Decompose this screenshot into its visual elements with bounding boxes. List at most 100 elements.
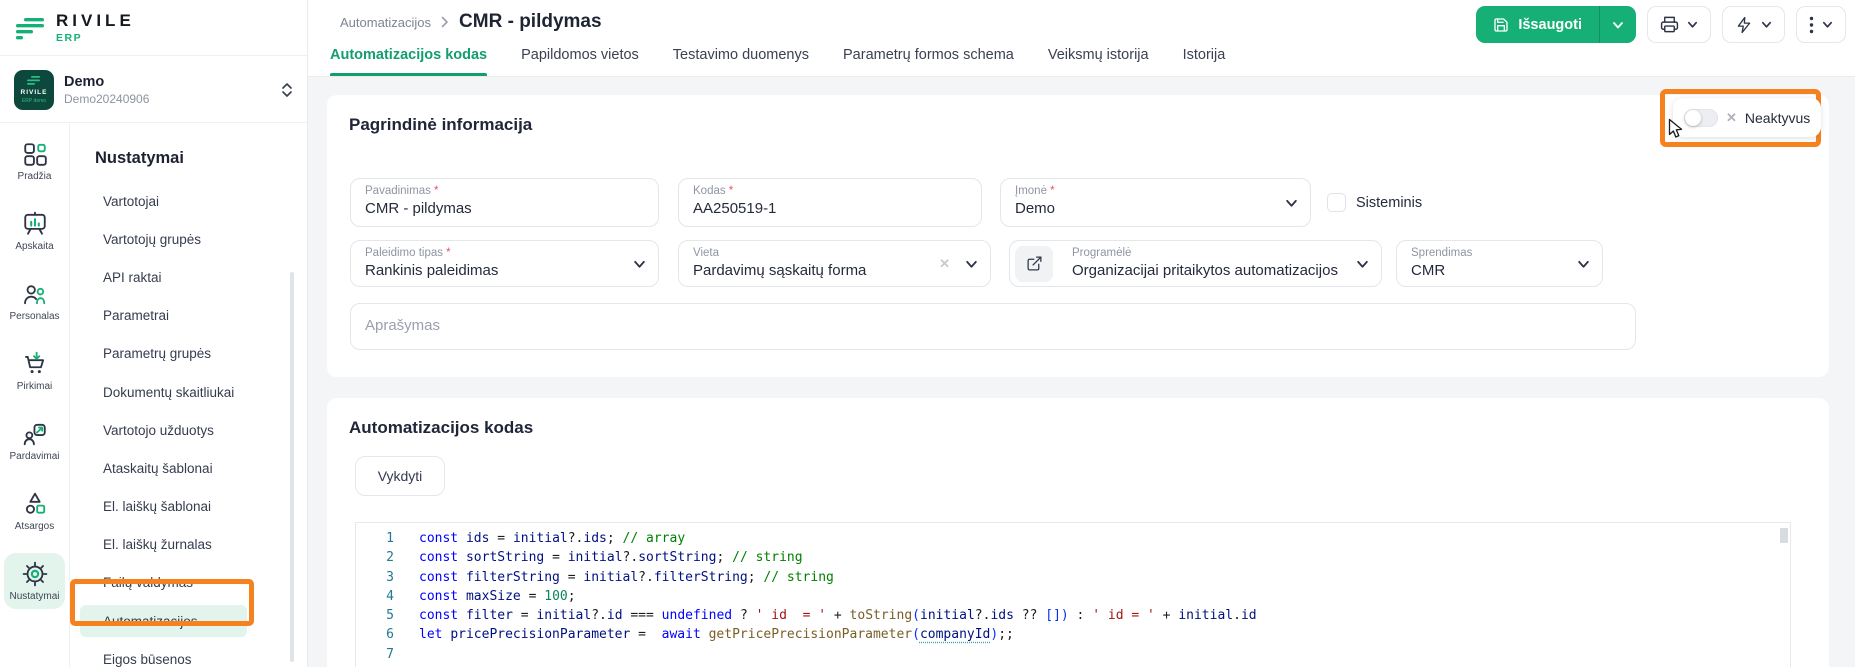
tab-parametru-formos-schema[interactable]: Parametrų formos schema: [843, 47, 1014, 76]
editor-code: const ids = initial?.ids; // array const …: [406, 523, 1790, 667]
rail-item-atsargos[interactable]: Atsargos: [0, 476, 69, 546]
brand-wordmark: RIVILE: [56, 11, 135, 31]
sidebar-item-failu-valdymas[interactable]: Failų valdymas: [70, 564, 307, 602]
open-external-button[interactable]: [1015, 246, 1053, 282]
kebab-dots-icon: [1809, 16, 1814, 34]
sidebar-item-el-laisku-zurnalas[interactable]: El. laiškų žurnalas: [70, 526, 307, 564]
editor-scrollbar-thumb[interactable]: [1780, 528, 1788, 543]
code-line: const maxSize = 100;: [419, 587, 1790, 606]
page-title: CMR - pildymas: [459, 11, 602, 33]
more-menu-button[interactable]: [1796, 6, 1846, 43]
sidebar-item-parametru-grupes[interactable]: Parametrų grupės: [70, 335, 307, 373]
save-button-label: Išsaugoti: [1518, 17, 1582, 33]
menu-list: Vartotojai Vartotojų grupės API raktai Para…: [70, 182, 307, 667]
breadcrumb: Automatizacijos CMR - pildymas: [340, 11, 602, 33]
sidebar-item-vartotoju-grupes[interactable]: Vartotojų grupės: [70, 220, 307, 258]
printer-icon: [1660, 15, 1679, 34]
code-line: const filter = initial?.id === undefined…: [419, 606, 1790, 625]
sidebar-item-vartotojai[interactable]: Vartotojai: [70, 182, 307, 220]
header-actions: Išsaugoti: [1476, 6, 1846, 43]
company-selector[interactable]: RIVILE ERP demo Demo Demo20240906: [0, 57, 307, 123]
aprasymas-placeholder: Aprašymas: [365, 317, 1621, 334]
imone-select[interactable]: Įmonė * Demo: [1000, 178, 1311, 227]
kodas-field[interactable]: Kodas * AA250519-1: [678, 178, 982, 227]
run-button[interactable]: Vykdyti: [355, 456, 445, 496]
company-code: Demo20240906: [64, 92, 149, 106]
shapes-icon: [22, 491, 48, 517]
rail-item-pardavimai[interactable]: Pardavimai: [0, 406, 69, 476]
tab-testavimo-duomenys[interactable]: Testavimo duomenys: [673, 47, 809, 76]
unfold-chevrons-icon[interactable]: [281, 82, 293, 98]
tab-automatizacijos-kodas[interactable]: Automatizacijos kodas: [330, 47, 487, 76]
sidebar: RIVILE ERP RIVILE ERP demo Demo Demo2024…: [0, 0, 308, 667]
board-chart-icon: [22, 211, 48, 237]
person-chart-icon: [22, 421, 48, 447]
rail-item-personalas[interactable]: Personalas: [0, 266, 69, 336]
breadcrumb-link-automatizacijos[interactable]: Automatizacijos: [340, 15, 431, 30]
sisteminis-checkbox[interactable]: [1327, 193, 1346, 212]
save-dropdown-toggle[interactable]: [1599, 6, 1636, 43]
toggle-clear-icon[interactable]: ✕: [1726, 110, 1737, 126]
company-name: Demo: [64, 74, 149, 90]
required-asterisk: *: [726, 185, 734, 197]
programele-select[interactable]: Programėlė Organizacijai pritaikytos aut…: [1009, 240, 1382, 287]
chevron-right-icon: [441, 16, 449, 28]
required-asterisk: *: [1047, 185, 1055, 197]
sprendimas-value: CMR: [1411, 262, 1588, 279]
rail-item-label: Atsargos: [15, 521, 54, 532]
sidebar-scrollbar[interactable]: [290, 272, 294, 662]
code-line: const ids = initial?.ids; // array: [419, 529, 1790, 548]
actions-dropdown-button[interactable]: [1722, 6, 1785, 43]
sidebar-item-dokumentu-skaitliukai[interactable]: Dokumentų skaitliukai: [70, 373, 307, 411]
sidebar-item-eigos-busenos[interactable]: Eigos būsenos: [70, 640, 307, 667]
rail-item-label: Apskaita: [15, 241, 53, 252]
tab-istorija[interactable]: Istorija: [1183, 47, 1226, 76]
paleidimo-tipas-value: Rankinis paleidimas: [365, 262, 644, 279]
sidebar-item-automatizacijos[interactable]: Automatizacijos: [80, 605, 247, 637]
programele-value: Organizacijai pritaikytos automatizacijo…: [1072, 262, 1367, 279]
app-logo: RIVILE ERP: [0, 0, 307, 56]
sidebar-item-parametrai[interactable]: Parametrai: [70, 297, 307, 335]
print-dropdown-button[interactable]: [1647, 6, 1711, 43]
annotation-box-neaktyvus: ✕ Neaktyvus: [1660, 89, 1821, 147]
rail-item-nustatymai[interactable]: Nustatymai: [4, 553, 65, 609]
external-link-icon: [1026, 255, 1043, 272]
main-info-card: Pagrindinė informacija ✕ Neaktyvus Pavad…: [327, 95, 1829, 377]
tab-bar: Automatizacijos kodas Papildomos vietos Te…: [330, 47, 1225, 76]
main-area: Automatizacijos CMR - pildymas Išsaugoti: [308, 0, 1855, 667]
sprendimas-select[interactable]: Sprendimas CMR: [1396, 240, 1603, 287]
pavadinimas-field[interactable]: Pavadinimas * CMR - pildymas: [350, 178, 659, 227]
inactive-toggle[interactable]: ✕ Neaktyvus: [1673, 98, 1821, 137]
rail-item-label: Pardavimai: [9, 451, 59, 462]
tab-papildomos-vietos[interactable]: Papildomos vietos: [521, 47, 639, 76]
gear-icon: [22, 561, 48, 587]
chevron-down-icon: [965, 257, 978, 270]
save-button[interactable]: Išsaugoti: [1476, 6, 1599, 43]
aprasymas-textarea[interactable]: Aprašymas: [350, 303, 1636, 350]
rail-item-pirkimai[interactable]: Pirkimai: [0, 336, 69, 406]
vieta-select[interactable]: Vieta Pardavimų sąskaitų forma ✕: [678, 240, 991, 287]
code-editor[interactable]: 12345678 const ids = initial?.ids; // ar…: [355, 522, 1791, 667]
sidebar-item-vartotojo-uzduotys[interactable]: Vartotojo užduotys: [70, 411, 307, 449]
sidebar-item-api-raktai[interactable]: API raktai: [70, 258, 307, 296]
code-line: let pricePrecisionParameter = await getP…: [419, 625, 1790, 644]
rail-item-pradzia[interactable]: Pradžia: [0, 126, 69, 196]
toggle-switch[interactable]: [1684, 109, 1718, 127]
cart-icon: [22, 351, 48, 377]
home-grid-icon: [22, 141, 48, 167]
tab-veiksmu-istorija[interactable]: Veiksmų istorija: [1048, 47, 1149, 76]
automation-code-heading: Automatizacijos kodas: [349, 418, 533, 438]
rail-item-apskaita[interactable]: Apskaita: [0, 196, 69, 266]
rail-item-label: Pirkimai: [17, 381, 53, 392]
chevron-down-icon: [1577, 257, 1590, 270]
sisteminis-checkbox-wrap[interactable]: Sisteminis: [1327, 178, 1422, 227]
page-content: Pagrindinė informacija ✕ Neaktyvus Pavad…: [308, 77, 1855, 667]
sidebar-item-el-laisku-sablonai[interactable]: El. laiškų šablonai: [70, 488, 307, 526]
paleidimo-tipas-select[interactable]: Paleidimo tipas * Rankinis paleidimas: [350, 240, 659, 287]
sidebar-item-ataskaitu-sablonai[interactable]: Ataskaitų šablonai: [70, 449, 307, 487]
clear-x-icon[interactable]: ✕: [939, 256, 950, 272]
brand-sub: ERP: [56, 32, 135, 44]
settings-menu: Nustatymai Vartotojai Vartotojų grupės API…: [70, 123, 307, 667]
chevron-down-icon: [1687, 19, 1698, 30]
save-split-button[interactable]: Išsaugoti: [1476, 6, 1636, 43]
